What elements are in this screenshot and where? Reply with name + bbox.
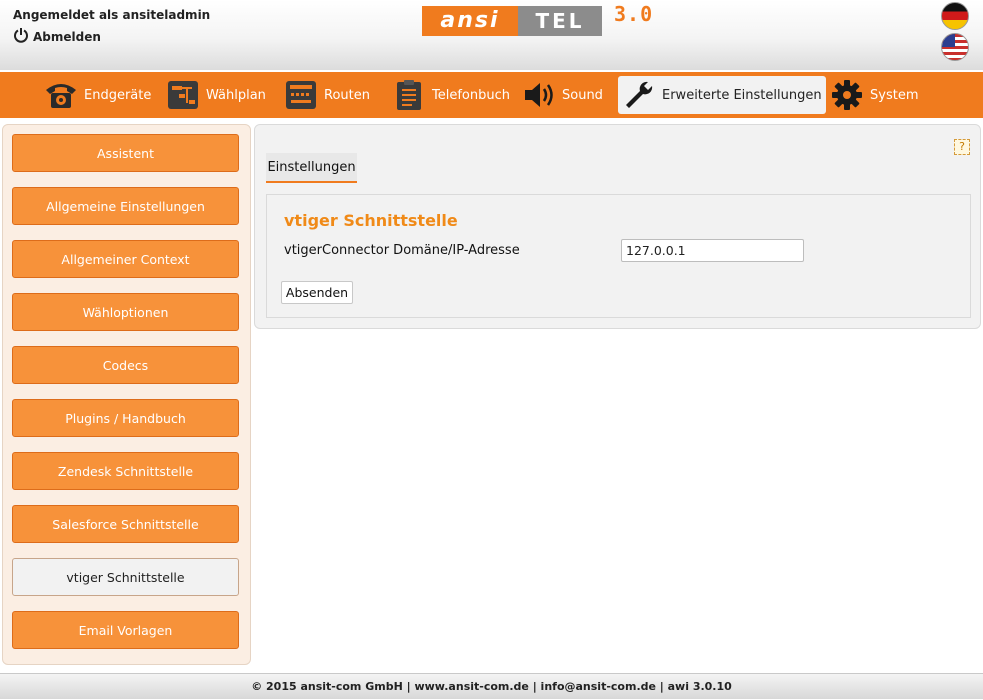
gear-icon bbox=[830, 79, 864, 111]
sidebar-item-allgemeine-einstellungen[interactable]: Allgemeine Einstellungen bbox=[12, 187, 239, 225]
nav-label: Erweiterte Einstellungen bbox=[662, 87, 822, 103]
routes-icon bbox=[284, 79, 318, 111]
nav-label: System bbox=[870, 87, 919, 103]
wrench-icon bbox=[622, 79, 656, 111]
main-panel: ? Einstellungen vtiger Schnittstelle vti… bbox=[254, 124, 981, 329]
german-flag-icon[interactable] bbox=[941, 2, 969, 30]
vtiger-connector-label: vtigerConnector Domäne/IP-Adresse bbox=[284, 243, 520, 258]
power-icon bbox=[13, 27, 29, 46]
submit-button[interactable]: Absenden bbox=[281, 281, 353, 304]
us-flag-icon[interactable] bbox=[941, 33, 969, 61]
sidebar-item-codecs[interactable]: Codecs bbox=[12, 346, 239, 384]
nav-item-routen[interactable]: Routen bbox=[280, 76, 374, 114]
sidebar-item-assistent[interactable]: Assistent bbox=[12, 134, 239, 172]
phonebook-icon bbox=[392, 79, 426, 111]
speaker-icon bbox=[522, 79, 556, 111]
logo-part-ansi: ansi bbox=[422, 6, 518, 36]
logged-in-text: Angemeldet als ansiteladmin bbox=[13, 8, 211, 22]
nav-label: Endgeräte bbox=[84, 87, 152, 103]
help-icon[interactable]: ? bbox=[954, 139, 970, 155]
logout-label: Abmelden bbox=[33, 29, 101, 44]
tab-einstellungen[interactable]: Einstellungen bbox=[266, 153, 357, 183]
sidebar-item-email-vorlagen[interactable]: Email Vorlagen bbox=[12, 611, 239, 649]
nav-label: Sound bbox=[562, 87, 603, 103]
section-title: vtiger Schnittstelle bbox=[284, 211, 458, 230]
footer: © 2015 ansit-com GmbH | www.ansit-com.de… bbox=[0, 673, 983, 699]
ansitel-logo: ansi TEL 3.0 bbox=[422, 2, 653, 36]
nav-item-endgeraete[interactable]: Endgeräte bbox=[40, 76, 155, 114]
sidebar-item-waehloptionen[interactable]: Wähloptionen bbox=[12, 293, 239, 331]
sidebar-item-vtiger[interactable]: vtiger Schnittstelle bbox=[12, 558, 239, 596]
nav-label: Wählplan bbox=[206, 87, 266, 103]
vtiger-connector-input[interactable] bbox=[621, 239, 804, 262]
nav-item-sound[interactable]: Sound bbox=[518, 76, 607, 114]
logout-link[interactable]: Abmelden bbox=[13, 27, 101, 46]
header: Angemeldet als ansiteladmin Abmelden ans… bbox=[0, 0, 983, 70]
nav-item-erweiterte-einstellungen[interactable]: Erweiterte Einstellungen bbox=[618, 76, 826, 114]
nav-label: Telefonbuch bbox=[432, 87, 510, 103]
sidebar-item-allgemeiner-context[interactable]: Allgemeiner Context bbox=[12, 240, 239, 278]
sidebar: Assistent Allgemeine Einstellungen Allge… bbox=[2, 124, 251, 665]
main-navigation: Endgeräte Wählplan Routen Telefonbuch So… bbox=[0, 72, 983, 118]
settings-form: vtiger Schnittstelle vtigerConnector Dom… bbox=[266, 194, 971, 318]
nav-item-system[interactable]: System bbox=[826, 76, 922, 114]
sidebar-item-salesforce[interactable]: Salesforce Schnittstelle bbox=[12, 505, 239, 543]
nav-item-telefonbuch[interactable]: Telefonbuch bbox=[388, 76, 514, 114]
logo-version: 3.0 bbox=[614, 2, 654, 26]
nav-item-waehlplan[interactable]: Wählplan bbox=[162, 76, 270, 114]
nav-label: Routen bbox=[324, 87, 370, 103]
logo-part-tel: TEL bbox=[518, 6, 602, 36]
sidebar-item-zendesk[interactable]: Zendesk Schnittstelle bbox=[12, 452, 239, 490]
dialplan-icon bbox=[166, 79, 200, 111]
sidebar-item-plugins-handbuch[interactable]: Plugins / Handbuch bbox=[12, 399, 239, 437]
phone-icon bbox=[44, 79, 78, 111]
